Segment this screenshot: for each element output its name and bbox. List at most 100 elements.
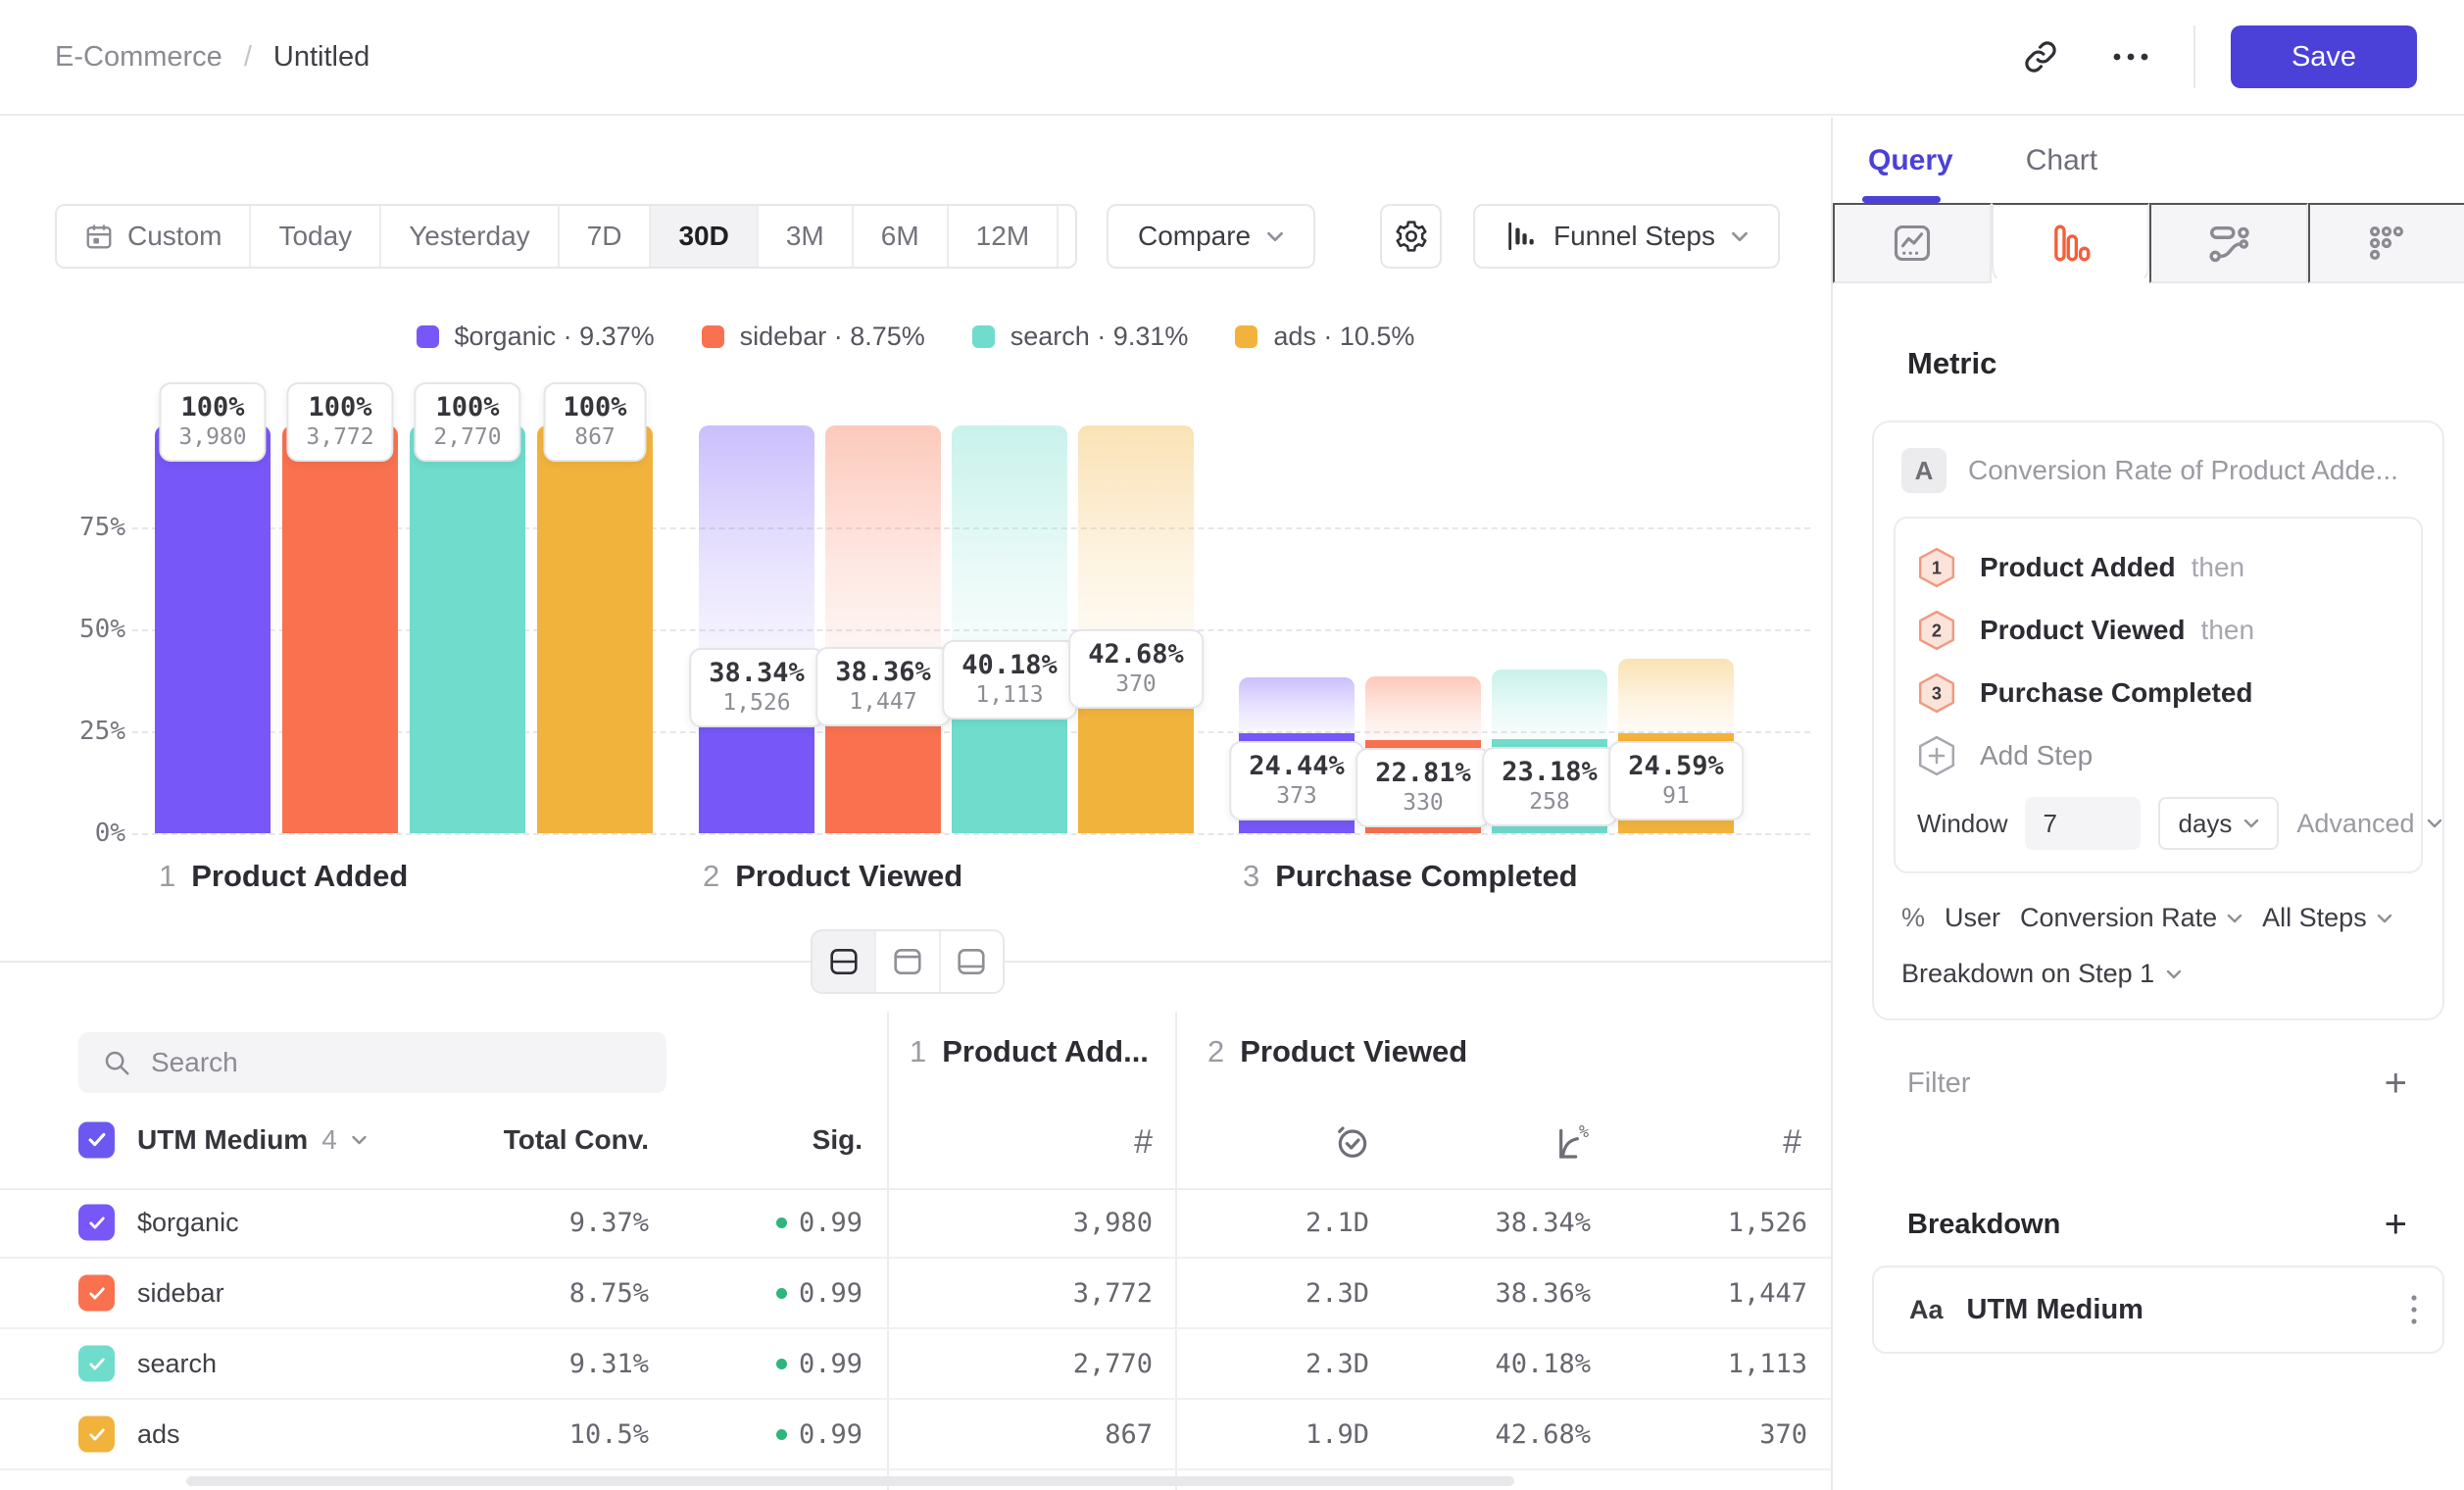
- row-checkbox[interactable]: [78, 1205, 115, 1241]
- bar-count: 1,526: [709, 690, 805, 716]
- sig-header[interactable]: Sig.: [686, 1124, 862, 1156]
- window-label: Window: [1917, 809, 2007, 839]
- add-breakdown-button[interactable]: +: [2385, 1205, 2407, 1244]
- table-search[interactable]: [78, 1032, 666, 1093]
- time-to-convert-icon[interactable]: [1304, 1118, 1372, 1167]
- breadcrumb-project[interactable]: E-Commerce: [55, 41, 222, 74]
- chart-view-icon: [891, 946, 924, 977]
- row-total-conv: 9.31%: [431, 1329, 649, 1398]
- breakdown-on-step-dropdown[interactable]: Breakdown on Step 1: [1901, 959, 2415, 989]
- chart-type-tab-funnel[interactable]: [1992, 203, 2150, 283]
- panel-tabs: Query Chart: [1833, 118, 2464, 203]
- table-row-sidebar[interactable]: sidebar 8.75% 0.99 3,772 2.3D 38.36% 1,4…: [0, 1259, 1831, 1329]
- bar-search-step1[interactable]: [410, 425, 525, 833]
- bar-previous-step-shadow: [825, 425, 941, 676]
- table-row-search[interactable]: search 9.31% 0.99 2,770 2.3D 40.18% 1,11…: [0, 1329, 1831, 1400]
- bar-previous-step-shadow: [699, 425, 814, 677]
- add-filter-button[interactable]: +: [2385, 1064, 2407, 1103]
- row-checkbox[interactable]: [78, 1346, 115, 1382]
- bar-value-label: 100% 867: [543, 382, 646, 462]
- row-sig: 0.99: [686, 1400, 862, 1468]
- bar-search-step2[interactable]: [952, 425, 1067, 833]
- count-column-icon[interactable]: #: [1084, 1118, 1153, 1167]
- query-step-1[interactable]: 1 Product Added then: [1917, 536, 2399, 599]
- measure-scope-dropdown[interactable]: All Steps: [2262, 903, 2392, 933]
- kebab-menu-icon[interactable]: [2409, 1292, 2419, 1327]
- bar-sidebar-step1[interactable]: [282, 425, 398, 833]
- share-link-button[interactable]: [2013, 29, 2068, 84]
- bar-count: 3,772: [306, 424, 373, 450]
- step-axis-label[interactable]: 2 Product Viewed: [703, 859, 962, 894]
- tab-query[interactable]: Query: [1868, 144, 1953, 177]
- advanced-label: Advanced: [2296, 809, 2414, 839]
- column-group-step2: 2 Product Viewed: [1207, 1034, 1467, 1069]
- window-unit-dropdown[interactable]: days: [2158, 797, 2279, 850]
- bar-value-label: 100% 3,980: [159, 382, 266, 462]
- group-by-header[interactable]: UTM Medium 4: [137, 1124, 368, 1156]
- row-label: $organic: [137, 1188, 382, 1257]
- bar-value-label: 100% 2,770: [414, 382, 520, 462]
- bar-pct: 23.18%: [1502, 757, 1598, 787]
- sig-dot: [776, 1288, 787, 1299]
- bar-converted-segment: [410, 425, 525, 833]
- bar-$organic-step1[interactable]: [155, 425, 271, 833]
- advanced-dropdown[interactable]: Advanced: [2296, 809, 2441, 839]
- step-axis-label[interactable]: 3 Purchase Completed: [1243, 859, 1578, 894]
- funnel-steps-card: 1 Product Added then2 Product Viewed the…: [1894, 517, 2423, 873]
- row-label: sidebar: [137, 1259, 382, 1327]
- chevron-down-icon: [2227, 914, 2242, 923]
- flow-icon: [2206, 221, 2251, 266]
- step-hexagon-badge: 1: [1917, 547, 1956, 588]
- bar-sidebar-step2[interactable]: [825, 425, 941, 833]
- count-column-icon[interactable]: #: [1733, 1118, 1801, 1167]
- row-total-conv: 10.5%: [431, 1400, 649, 1468]
- conversion-rate-column-icon[interactable]: %: [1525, 1118, 1594, 1167]
- table-row-organic[interactable]: $organic 9.37% 0.99 3,980 2.1D 38.34% 1,…: [0, 1188, 1831, 1259]
- row-step1-count: 3,980: [937, 1188, 1153, 1257]
- step-axis-label[interactable]: 1 Product Added: [159, 859, 408, 894]
- bar-$organic-step2[interactable]: [699, 425, 814, 833]
- query-step-2[interactable]: 2 Product Viewed then: [1917, 599, 2399, 662]
- metric-summary-row[interactable]: A Conversion Rate of Product Adde...: [1894, 448, 2423, 517]
- row-checkbox[interactable]: [78, 1416, 115, 1453]
- row-step2-count: 1,113: [1627, 1329, 1807, 1398]
- chart-type-tab-flow[interactable]: [2149, 203, 2308, 283]
- query-step-3[interactable]: 3 Purchase Completed: [1917, 662, 2399, 724]
- view-toggle-table-view[interactable]: [941, 931, 1003, 992]
- tab-chart[interactable]: Chart: [2026, 144, 2097, 177]
- svg-text:3: 3: [1932, 683, 1942, 703]
- total-conv-header[interactable]: Total Conv.: [392, 1124, 649, 1156]
- column-group-step1: 1 Product Add...: [910, 1034, 1149, 1069]
- breadcrumb-title[interactable]: Untitled: [273, 41, 370, 74]
- query-panel-body: Metric A Conversion Rate of Product Adde…: [1833, 283, 2464, 1490]
- add-step-button[interactable]: Add Step: [1917, 724, 2399, 787]
- step-event-name: Product Viewed: [1980, 615, 2186, 646]
- horizontal-scrollbar[interactable]: [186, 1476, 1514, 1486]
- measure-metric-dropdown[interactable]: Conversion Rate: [2020, 903, 2242, 933]
- row-checkbox[interactable]: [78, 1275, 115, 1312]
- percent-icon: %: [1901, 903, 1925, 933]
- group-by-label: UTM Medium: [137, 1124, 308, 1156]
- breakdown-item[interactable]: Aa UTM Medium: [1872, 1266, 2444, 1354]
- measure-user-label[interactable]: User: [1945, 903, 2000, 933]
- svg-text:1: 1: [1932, 558, 1942, 577]
- chart-type-tab-line-chart[interactable]: [1833, 203, 1992, 283]
- measure-row: % User Conversion Rate All Steps: [1901, 903, 2415, 933]
- bar-converted-segment: [155, 425, 271, 833]
- chart-type-strip: [1833, 203, 2464, 283]
- select-all-checkbox[interactable]: [78, 1121, 115, 1158]
- svg-text:%: %: [1579, 1122, 1589, 1141]
- table-row-ads[interactable]: ads 10.5% 0.99 867 1.9D 42.68% 370: [0, 1400, 1831, 1470]
- view-toggle-chart-view[interactable]: [876, 931, 940, 992]
- row-step2-time: 2.1D: [1215, 1188, 1369, 1257]
- search-input[interactable]: [151, 1047, 643, 1078]
- filter-section: Filter +: [1872, 1064, 2442, 1103]
- save-button[interactable]: Save: [2231, 25, 2417, 88]
- step-name: Product Viewed: [1240, 1034, 1467, 1069]
- breakdown-section: Breakdown +: [1872, 1205, 2442, 1244]
- chart-type-tab-grid[interactable]: [2308, 203, 2464, 283]
- bar-ads-step1[interactable]: [537, 425, 653, 833]
- window-value-input[interactable]: [2025, 797, 2141, 850]
- more-options-button[interactable]: [2103, 29, 2158, 84]
- view-toggle-split-view[interactable]: [813, 931, 876, 992]
